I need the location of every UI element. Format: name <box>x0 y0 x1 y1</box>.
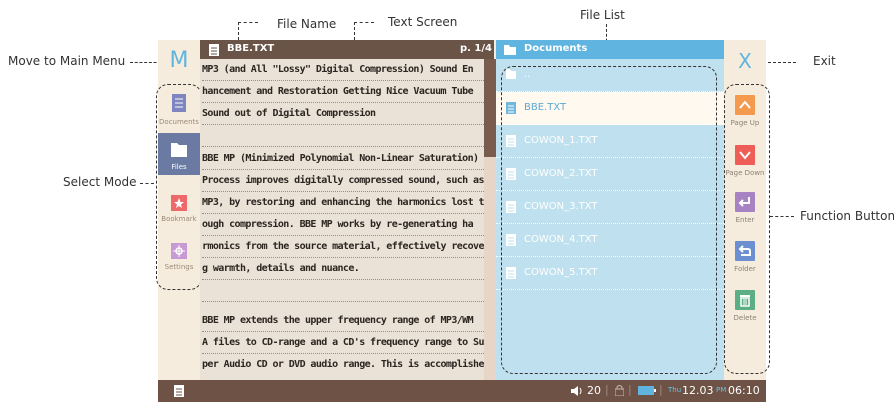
page-indicator: p. 1/4 <box>459 43 492 54</box>
text-line: MP3 (and All "Lossy" Digital Compression… <box>202 59 484 81</box>
text-line: BBE MP extends the upper frequency range… <box>202 310 484 332</box>
text-line: A files to CD-range and a CD's frequency… <box>202 332 484 354</box>
folder-back-icon <box>735 241 755 261</box>
callout-move-main-menu: Move to Main Menu <box>8 54 126 68</box>
text-line <box>202 125 484 147</box>
volume-level: 20 <box>587 384 601 397</box>
settings-icon <box>171 243 187 259</box>
ampm-label: PM <box>716 386 727 394</box>
mode-bookmark-label: Bookmark <box>161 215 197 223</box>
document-icon <box>174 385 184 397</box>
folder-header: Documents <box>496 40 724 59</box>
battery-icon <box>638 386 656 395</box>
time-label: 06:10 <box>728 384 760 397</box>
mode-settings[interactable]: Settings <box>158 241 200 283</box>
divider: | <box>659 383 663 396</box>
documents-icon <box>172 94 186 112</box>
trash-icon <box>735 290 755 310</box>
main-menu-button[interactable]: M <box>166 46 192 76</box>
day-label: Thu <box>668 386 682 394</box>
callout-file-name: File Name <box>277 17 337 31</box>
mode-documents[interactable]: Documents <box>158 88 200 130</box>
text-line: MP3, by restoring and enhancing the harm… <box>202 192 484 214</box>
divider: | <box>605 383 609 396</box>
delete-button[interactable]: Delete <box>724 290 766 334</box>
callout-function-button: Function Button <box>800 209 894 223</box>
folder-label: Folder <box>734 265 756 273</box>
delete-label: Delete <box>733 314 757 322</box>
text-line: g warmth, details and nuance. <box>202 258 484 280</box>
folder-name: Documents <box>524 43 588 54</box>
text-line <box>202 280 484 302</box>
volume-icon <box>571 386 582 396</box>
file-name: BBE.TXT <box>227 43 275 54</box>
callout-text-screen-line <box>354 22 374 23</box>
folder-button[interactable]: Folder <box>724 241 766 285</box>
bookmark-icon <box>171 195 187 211</box>
text-screen[interactable]: MP3 (and All "Lossy" Digital Compression… <box>200 59 484 380</box>
status-bar: 20 | | | Thu 12.03 PM 06:10 <box>158 380 766 402</box>
text-line: Process improves digitally compressed so… <box>202 170 484 192</box>
text-line: per Audio CD or DVD audio range. This is… <box>202 359 484 370</box>
enter-label: Enter <box>735 216 755 224</box>
file-header: BBE.TXT p. 1/4 <box>200 40 494 59</box>
page-down-label: Page Down <box>725 169 765 177</box>
document-icon <box>209 44 219 56</box>
page-up-label: Page Up <box>730 119 760 127</box>
enter-icon <box>735 192 755 212</box>
exit-button[interactable]: X <box>732 46 758 76</box>
callout-exit: Exit <box>813 54 836 68</box>
callout-file-name-line <box>238 22 258 23</box>
mode-files-label: Files <box>171 163 187 171</box>
mode-bookmark[interactable]: Bookmark <box>158 193 200 235</box>
text-line: ough compression. BBE MP works by re-gen… <box>202 214 484 236</box>
page-down-button[interactable]: Page Down <box>724 145 766 189</box>
callout-select-mode: Select Mode <box>63 175 137 189</box>
callout-text-screen: Text Screen <box>388 15 458 29</box>
text-line: Sound out of Digital Compression <box>202 103 484 125</box>
chevron-down-icon <box>735 145 755 165</box>
page-up-button[interactable]: Page Up <box>724 95 766 139</box>
file-list-outline <box>501 66 717 374</box>
text-scrollbar-thumb[interactable] <box>484 59 496 157</box>
text-line: rmonics from the source material, effect… <box>202 236 484 258</box>
callout-select-mode-line <box>140 183 154 184</box>
callout-file-name-drop <box>238 22 239 40</box>
folder-icon <box>171 143 187 157</box>
folder-icon <box>504 45 516 55</box>
callout-function-button-line <box>770 216 794 217</box>
text-line: BBE MP (Minimized Polynomial Non-Linear … <box>202 148 484 170</box>
mode-documents-label: Documents <box>159 118 199 126</box>
enter-button[interactable]: Enter <box>724 192 766 236</box>
mode-settings-label: Settings <box>164 263 194 271</box>
callout-file-list: File List <box>580 8 625 22</box>
mode-files[interactable]: Files <box>158 133 200 175</box>
chevron-up-icon <box>735 95 755 115</box>
text-line: hancement and Restoration Getting Nice V… <box>202 81 484 103</box>
divider: | <box>628 383 632 396</box>
lock-icon <box>615 385 624 396</box>
date-label: 12.03 <box>682 384 714 397</box>
